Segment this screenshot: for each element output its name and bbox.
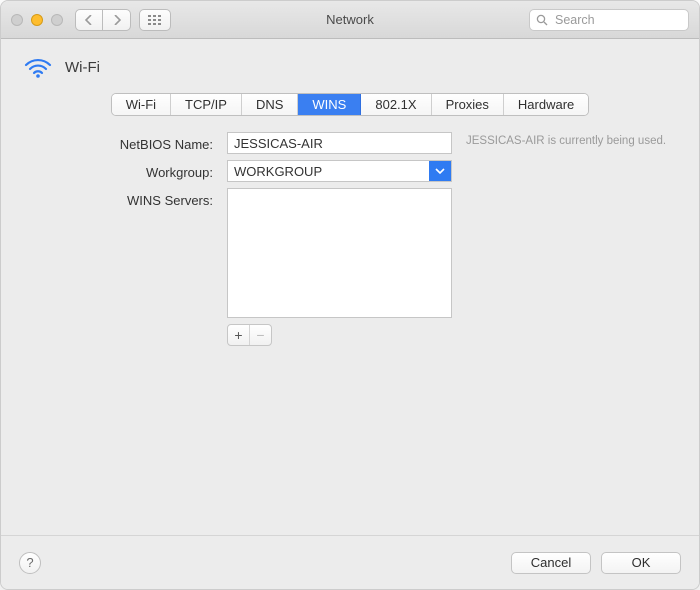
search-input[interactable] — [553, 12, 682, 28]
netbios-name-value: JESSICAS-AIR — [234, 136, 323, 151]
help-button[interactable]: ? — [19, 552, 41, 574]
workgroup-value: WORKGROUP — [228, 161, 429, 181]
titlebar: Network — [1, 1, 699, 39]
labels-column: NetBIOS Name: Workgroup: WINS Servers: — [23, 132, 213, 346]
workgroup-combo[interactable]: WORKGROUP — [227, 160, 452, 182]
workgroup-label: Workgroup: — [23, 162, 213, 190]
network-preferences-window: Network Wi-Fi Wi-FiTCP/IPDNSWINS802.1XPr… — [0, 0, 700, 590]
cancel-button[interactable]: Cancel — [511, 552, 591, 574]
minimize-window-icon[interactable] — [31, 14, 43, 26]
tab-wins[interactable]: WINS — [298, 94, 361, 115]
wins-servers-label: WINS Servers: — [23, 190, 213, 212]
tab-tcp-ip[interactable]: TCP/IP — [171, 94, 242, 115]
tab-proxies[interactable]: Proxies — [432, 94, 504, 115]
tab-dns[interactable]: DNS — [242, 94, 298, 115]
zoom-window-icon[interactable] — [51, 14, 63, 26]
add-remove-buttons: + − — [227, 324, 272, 346]
nav-buttons — [75, 9, 131, 31]
traffic-lights — [11, 14, 63, 26]
footer: ? Cancel OK — [1, 535, 699, 589]
add-button[interactable]: + — [228, 325, 250, 345]
tab-hardware[interactable]: Hardware — [504, 94, 588, 115]
close-window-icon[interactable] — [11, 14, 23, 26]
search-field[interactable] — [529, 9, 689, 31]
forward-button[interactable] — [103, 9, 131, 31]
show-all-button[interactable] — [139, 9, 171, 31]
tab-bar: Wi-FiTCP/IPDNSWINS802.1XProxiesHardware — [111, 93, 590, 116]
window-title: Network — [326, 12, 374, 27]
back-button[interactable] — [75, 9, 103, 31]
wins-servers-list[interactable] — [227, 188, 452, 318]
netbios-name-field[interactable]: JESSICAS-AIR — [227, 132, 452, 154]
netbios-hint: JESSICAS-AIR is currently being used. — [466, 132, 677, 346]
tab-wi-fi[interactable]: Wi-Fi — [112, 94, 171, 115]
interface-header: Wi-Fi — [23, 55, 677, 79]
wifi-icon — [23, 55, 53, 79]
tab-802-1x[interactable]: 802.1X — [361, 94, 431, 115]
netbios-name-label: NetBIOS Name: — [23, 134, 213, 162]
chevron-down-icon[interactable] — [429, 161, 451, 181]
remove-button: − — [250, 325, 271, 345]
search-icon — [536, 14, 548, 26]
content-area: Wi-Fi Wi-FiTCP/IPDNSWINS802.1XProxiesHar… — [1, 39, 699, 535]
wins-form: NetBIOS Name: Workgroup: WINS Servers: J… — [23, 132, 677, 346]
fields-column: JESSICAS-AIR WORKGROUP + − — [227, 132, 452, 346]
interface-name: Wi-Fi — [65, 59, 100, 76]
ok-button[interactable]: OK — [601, 552, 681, 574]
